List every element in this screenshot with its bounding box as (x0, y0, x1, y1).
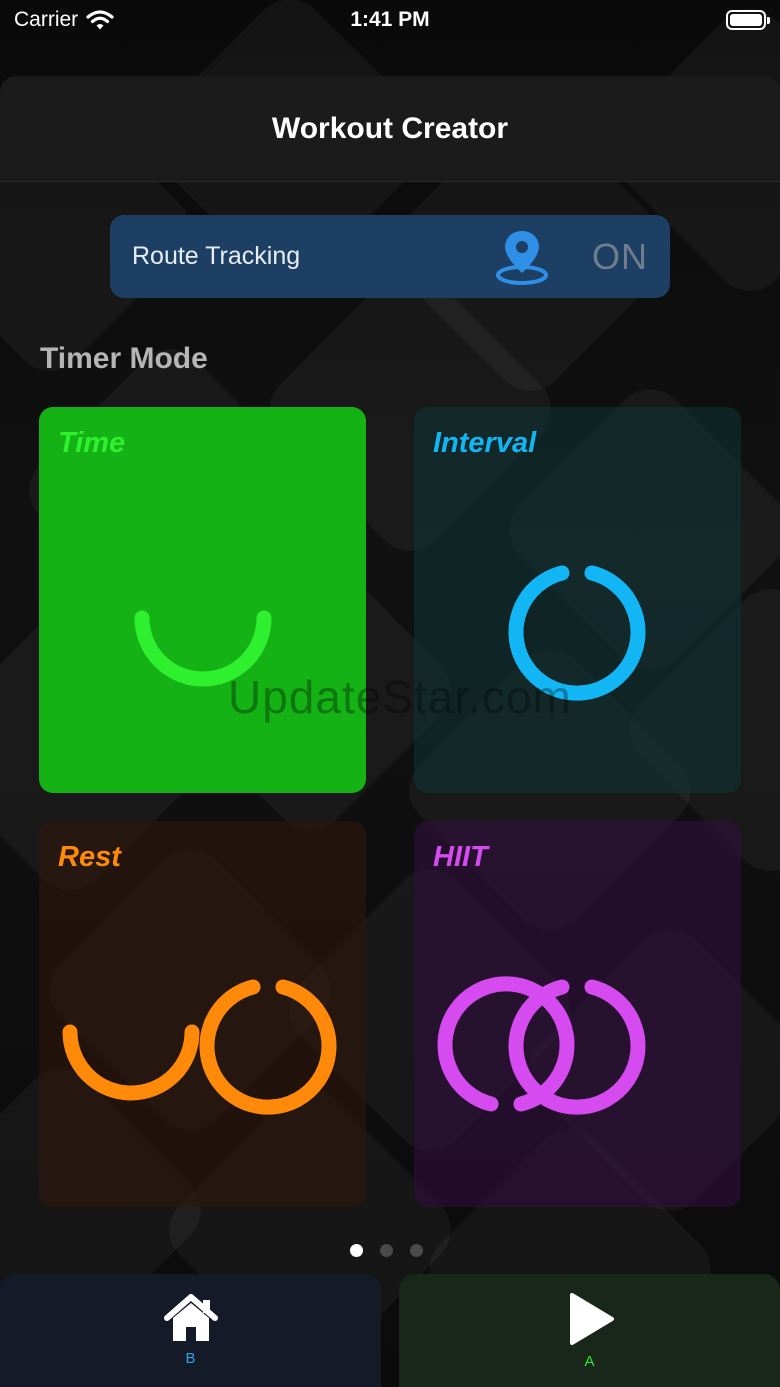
hiit-rings-icon (437, 976, 646, 1115)
page-dot-3[interactable] (410, 1244, 423, 1257)
nav-header: Workout Creator (0, 76, 780, 182)
time-arc-icon (134, 610, 272, 687)
route-tracking-state: ON (592, 235, 648, 277)
mode-card-time[interactable]: Time (39, 407, 366, 793)
route-tracking-label: Route Tracking (132, 242, 301, 270)
battery-icon (726, 10, 770, 30)
mode-card-hiit[interactable]: HIIT (414, 821, 741, 1207)
home-icon (163, 1294, 218, 1341)
page-dot-2[interactable] (380, 1244, 393, 1257)
status-time: 1:41 PM (350, 8, 430, 31)
rest-rings-icon (62, 979, 337, 1115)
tab-home-label: B (185, 1350, 196, 1367)
mode-card-rest[interactable]: Rest (39, 821, 366, 1207)
page-indicator[interactable] (350, 1244, 423, 1257)
page-dot-1[interactable] (350, 1244, 363, 1257)
interval-ring-icon (508, 565, 646, 701)
route-tracking-toggle[interactable]: Route Tracking ON (110, 215, 670, 298)
wifi-icon (86, 10, 114, 30)
timer-mode-title: Timer Mode (40, 342, 208, 375)
play-icon (569, 1293, 614, 1345)
tab-play-label: A (584, 1353, 595, 1370)
carrier-label: Carrier (14, 8, 79, 31)
location-pin-icon (496, 230, 548, 285)
watermark: UpdateStar.com (228, 671, 572, 723)
mode-card-interval[interactable]: Interval (414, 407, 741, 793)
page-title: Workout Creator (271, 111, 509, 145)
tab-play[interactable]: A (399, 1274, 780, 1387)
status-bar: Carrier 1:41 PM (0, 0, 780, 40)
tab-home[interactable]: B (0, 1274, 381, 1387)
